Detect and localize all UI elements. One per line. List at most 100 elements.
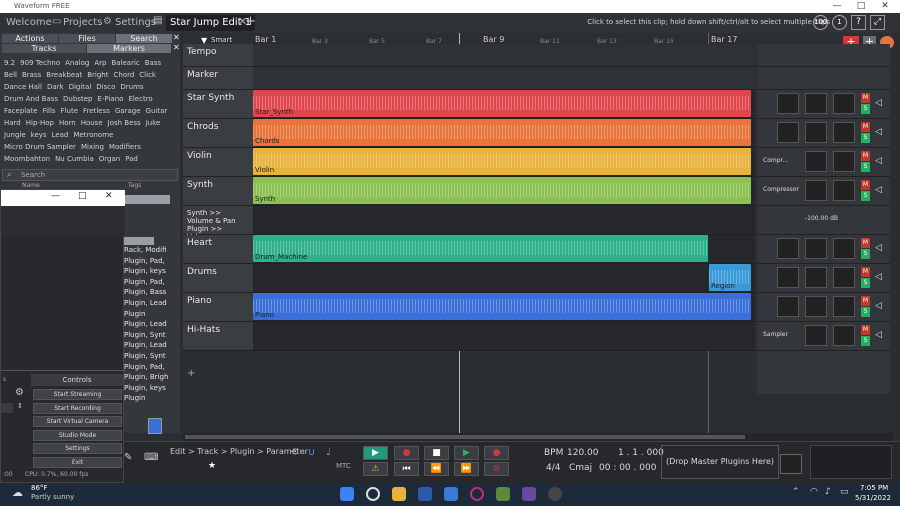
horizontal-scrollbar[interactable] bbox=[183, 433, 893, 441]
record-mode-button[interactable]: ● bbox=[394, 446, 419, 460]
plugin-label[interactable]: -100.00 dB bbox=[805, 215, 838, 222]
obs-arrows-icon[interactable]: ⇕ bbox=[17, 402, 23, 410]
tag-item[interactable]: Horn bbox=[59, 119, 76, 128]
plugin-slot[interactable] bbox=[833, 122, 855, 143]
tag-item[interactable]: Balearic bbox=[111, 59, 139, 68]
clip[interactable]: Star_Synth bbox=[253, 90, 751, 117]
obs-button-start-virtual-camera[interactable]: Start Virtual Camera bbox=[33, 416, 122, 427]
plugin-slot[interactable] bbox=[777, 93, 799, 114]
search-taskbar-icon[interactable] bbox=[366, 487, 380, 501]
tag-item[interactable]: Dubstep bbox=[63, 95, 92, 104]
solo-button[interactable]: S bbox=[861, 133, 870, 143]
tag-item[interactable]: Chord bbox=[113, 71, 134, 80]
track-lane[interactable] bbox=[253, 67, 755, 90]
obs-close-icon[interactable]: ✕ bbox=[105, 191, 113, 201]
loop-counter[interactable]: 1 bbox=[832, 15, 847, 30]
speaker-icon[interactable]: ◁ bbox=[875, 185, 882, 195]
obs-taskbar-icon[interactable] bbox=[548, 487, 562, 501]
tag-item[interactable]: Arp bbox=[94, 59, 106, 68]
minecraft-icon[interactable] bbox=[496, 487, 510, 501]
store-icon[interactable] bbox=[418, 487, 432, 501]
tag-item[interactable]: Modifiers bbox=[109, 143, 141, 152]
mute-button[interactable]: M bbox=[861, 151, 870, 161]
mute-button[interactable]: M bbox=[861, 325, 870, 335]
plugin-slot[interactable] bbox=[833, 238, 855, 259]
smart-label[interactable]: Smart bbox=[211, 36, 232, 44]
obs-maximize-icon[interactable]: □ bbox=[78, 191, 87, 201]
track-lane[interactable]: Violin bbox=[253, 148, 755, 177]
track-lane[interactable] bbox=[253, 206, 755, 235]
wifi-icon[interactable]: ◠ bbox=[810, 487, 818, 497]
file-row[interactable]: Plugin, Lead bbox=[124, 340, 179, 351]
play-mode-button[interactable]: ▶ bbox=[363, 446, 388, 460]
col-tags[interactable]: Tags bbox=[128, 182, 141, 189]
plugin-slot[interactable] bbox=[777, 296, 799, 317]
solo-button[interactable]: S bbox=[861, 278, 870, 288]
tag-item[interactable]: House bbox=[81, 119, 103, 128]
master-meter[interactable] bbox=[780, 454, 802, 474]
app-icon[interactable] bbox=[522, 487, 536, 501]
plugin-row[interactable] bbox=[757, 67, 890, 90]
obs-input[interactable] bbox=[1, 403, 13, 413]
solo-button[interactable]: S bbox=[861, 162, 870, 172]
file-row[interactable]: Rack, Modifi bbox=[124, 245, 179, 256]
clip[interactable]: Chords bbox=[253, 119, 751, 146]
track-lane[interactable]: Region bbox=[253, 264, 755, 293]
file-row[interactable]: Plugin, Synt bbox=[124, 330, 179, 341]
add-track-icon[interactable]: + bbox=[187, 368, 195, 379]
volume-icon[interactable]: ♪ bbox=[825, 487, 831, 497]
plugin-row[interactable] bbox=[757, 44, 890, 67]
track-lane[interactable]: Drum_Machine bbox=[253, 235, 755, 264]
zoom-counter[interactable]: 100 bbox=[813, 15, 828, 30]
time-signature[interactable]: 4/4 bbox=[546, 463, 560, 473]
plugin-label[interactable]: Compr... bbox=[763, 157, 788, 164]
file-row[interactable]: Plugin bbox=[124, 393, 179, 404]
star-icon[interactable]: ★ bbox=[208, 461, 216, 471]
windows-start-icon[interactable] bbox=[340, 487, 354, 501]
obs-gear-icon[interactable]: ⚙ bbox=[15, 387, 24, 398]
track-lane[interactable] bbox=[253, 44, 755, 67]
file-row[interactable]: Plugin, Brigh bbox=[124, 372, 179, 383]
mtc-label[interactable]: MTC bbox=[336, 462, 351, 470]
track-header[interactable]: Heart bbox=[183, 235, 253, 264]
tools-icon[interactable]: ✎ bbox=[124, 452, 132, 463]
col-name[interactable]: Name bbox=[22, 182, 40, 189]
track-header[interactable]: Synth bbox=[183, 177, 253, 206]
plugin-slot[interactable] bbox=[777, 267, 799, 288]
play-button[interactable]: ▶ bbox=[454, 446, 479, 460]
key-value[interactable]: Cmaj bbox=[569, 463, 592, 473]
tag-item[interactable]: Organ bbox=[99, 155, 120, 164]
file-row[interactable]: Plugin, Bass bbox=[124, 287, 179, 298]
plugin-slot[interactable] bbox=[777, 122, 799, 143]
tag-item[interactable]: Bass bbox=[145, 59, 161, 68]
plugin-slot[interactable] bbox=[833, 296, 855, 317]
plugin-slot[interactable] bbox=[777, 238, 799, 259]
tab-search[interactable]: Search bbox=[116, 34, 172, 43]
tag-item[interactable]: 9.2 bbox=[4, 59, 15, 68]
tag-item[interactable]: Hip-Hop bbox=[26, 119, 54, 128]
tag-item[interactable]: Hard bbox=[4, 119, 21, 128]
tab-actions[interactable]: Actions bbox=[2, 34, 58, 43]
loop-icon[interactable]: ⟲ bbox=[290, 447, 298, 458]
plugin-slot[interactable] bbox=[805, 122, 827, 143]
solo-button[interactable]: S bbox=[861, 336, 870, 346]
plugin-slot[interactable] bbox=[805, 296, 827, 317]
help-icon[interactable]: ? bbox=[851, 15, 866, 30]
record-button[interactable]: ● bbox=[484, 446, 509, 460]
minimize-icon[interactable]: — bbox=[826, 0, 848, 13]
speaker-icon[interactable]: ◁ bbox=[875, 243, 882, 253]
preview-thumb[interactable] bbox=[148, 418, 162, 434]
master-plugins-drop[interactable]: (Drop Master Plugins Here) bbox=[661, 445, 779, 479]
mail-icon[interactable] bbox=[444, 487, 458, 501]
file-row[interactable]: Plugin, Synt bbox=[124, 351, 179, 362]
rewind-button[interactable]: ⏪ bbox=[424, 462, 449, 476]
tab-tracks[interactable]: Tracks bbox=[2, 44, 86, 53]
scroll-thumb[interactable] bbox=[185, 435, 745, 439]
tag-item[interactable]: Drum And Bass bbox=[4, 95, 58, 104]
keyboard-icon[interactable]: ⌨ bbox=[144, 452, 158, 463]
tag-item[interactable]: Guitar bbox=[146, 107, 168, 116]
tag-item[interactable]: Faceplate bbox=[4, 107, 38, 116]
record-punch-button[interactable]: ⊘ bbox=[484, 462, 509, 476]
plugin-row[interactable]: M S ◁ bbox=[757, 90, 890, 119]
track-lane[interactable]: Star_Synth bbox=[253, 90, 755, 119]
